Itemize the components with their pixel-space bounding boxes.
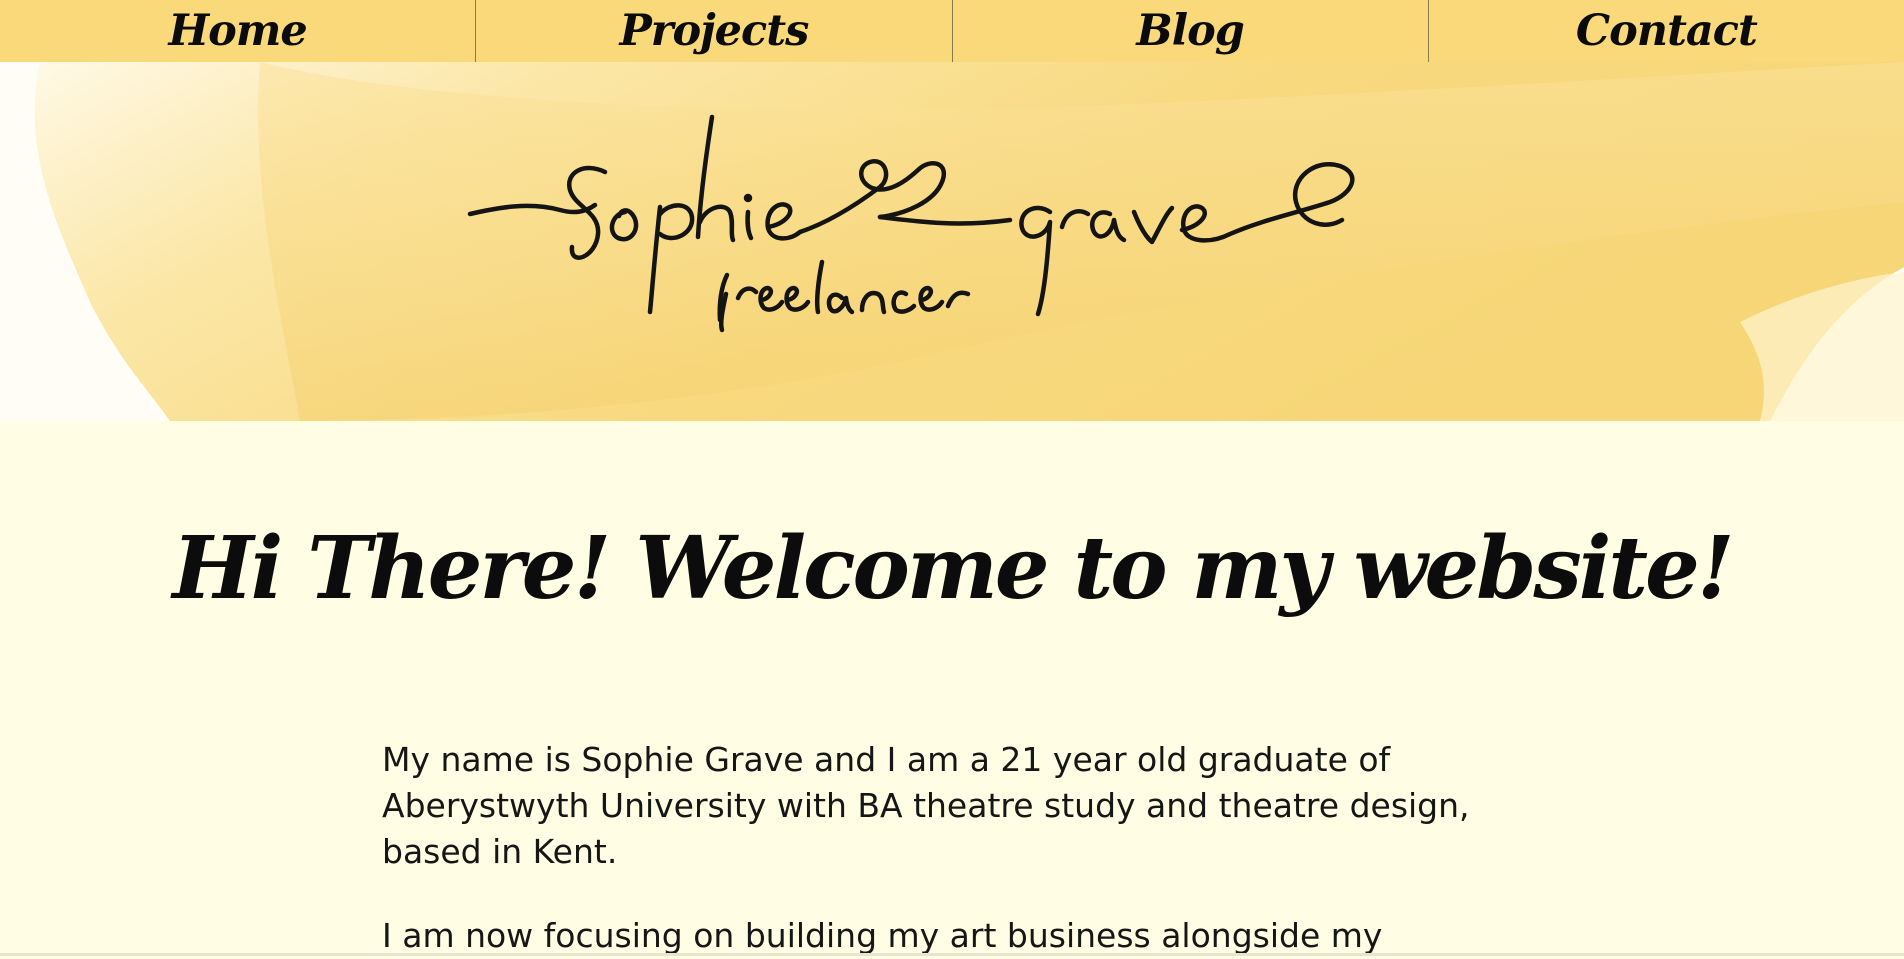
watercolor-banner-art [0,62,1904,421]
top-navigation: Home Projects Blog Contact [0,0,1904,62]
intro-paragraph: My name is Sophie Grave and I am a 21 ye… [382,740,1470,871]
main-content: Hi There! Welcome to my website! My name… [0,421,1904,956]
nav-blog-link[interactable]: Blog [951,0,1428,62]
nav-projects-link[interactable]: Projects [475,0,951,62]
welcome-heading: Hi There! Welcome to my website! [172,518,1734,619]
nav-contact-link[interactable]: Contact [1427,0,1904,62]
nav-home-link[interactable]: Home [0,0,475,62]
header-banner [0,62,1904,421]
